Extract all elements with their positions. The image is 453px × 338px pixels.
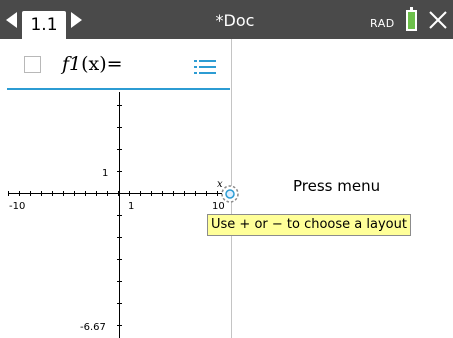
battery-icon (406, 7, 417, 31)
graph-area[interactable]: -10 10 1 1 -6.67 x (0, 0, 232, 338)
close-icon[interactable] (428, 10, 448, 30)
y-axis (117, 92, 122, 338)
press-menu-message: Press menu (293, 177, 381, 195)
layout-handle-icon[interactable] (219, 183, 241, 205)
x-tick-label: 1 (128, 201, 134, 212)
angle-mode-indicator: RAD (370, 17, 395, 30)
y-tick-label: 1 (102, 168, 108, 179)
x-min-label: -10 (9, 201, 25, 212)
layout-tooltip: Use + or − to choose a layout (207, 214, 411, 236)
x-axis-ticks (8, 191, 229, 196)
y-min-label: -6.67 (80, 322, 106, 333)
x-axis (8, 191, 229, 196)
